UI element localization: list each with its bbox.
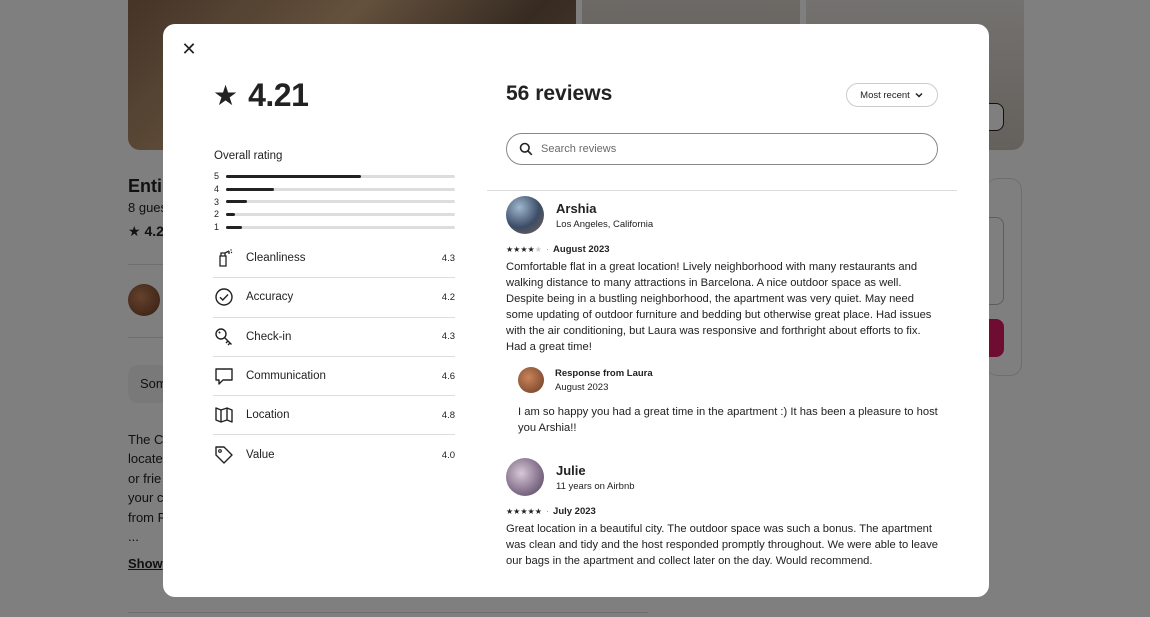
reviewer-header: Arshia Los Angeles, California xyxy=(506,196,946,234)
search-reviews-box[interactable] xyxy=(506,133,938,165)
category-name: Accuracy xyxy=(246,291,294,304)
reviewer-subtitle: Los Angeles, California xyxy=(556,218,654,230)
reviewer-avatar[interactable] xyxy=(506,458,544,496)
category-name: Communication xyxy=(246,370,326,383)
review-list[interactable]: Arshia Los Angeles, California ★★★★★ · A… xyxy=(506,194,946,597)
category-value: 4.3 xyxy=(441,331,455,343)
review-item: Julie 11 years on Airbnb ★★★★★ · July 20… xyxy=(506,458,946,569)
category-name: Value xyxy=(246,449,275,462)
review-item: Arshia Los Angeles, California ★★★★★ · A… xyxy=(506,196,946,436)
rating-bar-track xyxy=(226,212,455,216)
host-response: Response from Laura August 2023 I am so … xyxy=(518,367,946,436)
review-date: July 2023 xyxy=(553,506,596,517)
chat-bubble-icon xyxy=(213,365,235,387)
reviews-count-title: 56 reviews xyxy=(506,82,613,105)
map-icon xyxy=(213,404,235,426)
close-icon[interactable]: ✕ xyxy=(179,39,199,59)
sort-dropdown-button[interactable]: Most recent xyxy=(846,83,938,107)
reviewer-header: Julie 11 years on Airbnb xyxy=(506,458,946,496)
reviewer-avatar[interactable] xyxy=(506,196,544,234)
search-icon xyxy=(519,142,533,156)
review-text: Great location in a beautiful city. The … xyxy=(506,523,939,567)
spray-bottle-icon xyxy=(213,247,235,269)
category-value: 4.3 xyxy=(441,252,455,264)
rating-bar-row: 2 xyxy=(214,208,455,221)
separator-dot: · xyxy=(545,506,550,517)
overall-rating-label: Overall rating xyxy=(214,150,283,162)
rating-bar-label: 5 xyxy=(214,171,220,182)
rating-bar-fill xyxy=(226,212,236,216)
reviewer-subtitle: 11 years on Airbnb xyxy=(556,480,635,492)
key-icon xyxy=(213,326,235,348)
rating-distribution: 5 4 3 2 1 xyxy=(214,170,455,233)
response-from: Response from Laura xyxy=(555,367,653,379)
category-name: Location xyxy=(246,409,290,422)
rating-bar-fill xyxy=(226,187,275,191)
star-icon: ★ xyxy=(520,507,528,516)
category-name: Cleanliness xyxy=(246,252,306,265)
star-icon: ★ xyxy=(213,79,239,111)
category-name: Check-in xyxy=(246,330,292,343)
rating-bar-fill xyxy=(226,200,247,204)
rating-bar-label: 2 xyxy=(214,209,220,220)
star-icon: ★ xyxy=(527,245,535,254)
category-rating-location: Location 4.8 xyxy=(213,396,455,436)
rating-bar-track xyxy=(226,200,455,204)
category-rating-cleanliness: Cleanliness 4.3 xyxy=(213,239,455,279)
category-rating-value: Value 4.0 xyxy=(213,435,455,474)
review-meta: ★★★★★ · August 2023 xyxy=(506,244,946,255)
rating-bar-track xyxy=(226,187,455,191)
category-rating-check-in: Check-in 4.3 xyxy=(213,318,455,357)
host-avatar[interactable] xyxy=(518,367,544,393)
category-value: 4.0 xyxy=(441,449,455,461)
category-value: 4.2 xyxy=(441,291,455,303)
rating-bar-row: 5 xyxy=(214,170,455,183)
overall-rating-summary: ★ 4.21 xyxy=(213,77,309,114)
reviewer-name: Arshia xyxy=(556,200,597,216)
reviewer-name: Julie xyxy=(556,462,586,478)
reviews-modal: ✕ ★ 4.21 Overall rating 5 4 3 2 1 Cleanl… xyxy=(163,24,989,597)
star-icon: ★ xyxy=(534,245,542,254)
rating-bar-label: 4 xyxy=(214,184,220,195)
sort-label: Most recent xyxy=(860,89,910,101)
response-text: I am so happy you had a great time in th… xyxy=(518,406,938,434)
overall-rating-value: 4.21 xyxy=(248,77,309,113)
category-rating-accuracy: Accuracy 4.2 xyxy=(213,278,455,318)
response-date: August 2023 xyxy=(555,381,609,393)
rating-bar-fill xyxy=(226,225,243,229)
category-ratings: Cleanliness 4.3 Accuracy 4.2 Check-in 4.… xyxy=(213,239,455,475)
check-circle-icon xyxy=(213,286,235,308)
review-text: Comfortable flat in a great location! Li… xyxy=(506,261,932,353)
star-icon: ★ xyxy=(520,245,528,254)
rating-bar-row: 4 xyxy=(214,183,455,196)
review-meta: ★★★★★ · July 2023 xyxy=(506,506,946,517)
star-icon: ★ xyxy=(527,507,535,516)
separator-dot: · xyxy=(545,244,550,255)
review-date: August 2023 xyxy=(553,244,610,255)
rating-bar-fill xyxy=(226,174,362,178)
category-value: 4.8 xyxy=(441,409,455,421)
review-stars: ★★★★★ xyxy=(506,507,542,516)
rating-bar-row: 1 xyxy=(214,221,455,234)
review-stars: ★★★★★ xyxy=(506,245,542,254)
rating-bar-track xyxy=(226,225,455,229)
category-value: 4.6 xyxy=(441,370,455,382)
search-reviews-input[interactable] xyxy=(541,143,921,155)
rating-bar-label: 3 xyxy=(214,196,220,207)
rating-bar-track xyxy=(226,174,455,178)
rating-bar-label: 1 xyxy=(214,222,220,233)
star-icon: ★ xyxy=(534,507,542,516)
rating-bar-row: 3 xyxy=(214,195,455,208)
price-tag-icon xyxy=(213,444,235,466)
header-divider xyxy=(487,190,957,191)
category-rating-communication: Communication 4.6 xyxy=(213,357,455,397)
chevron-down-icon xyxy=(915,92,923,98)
